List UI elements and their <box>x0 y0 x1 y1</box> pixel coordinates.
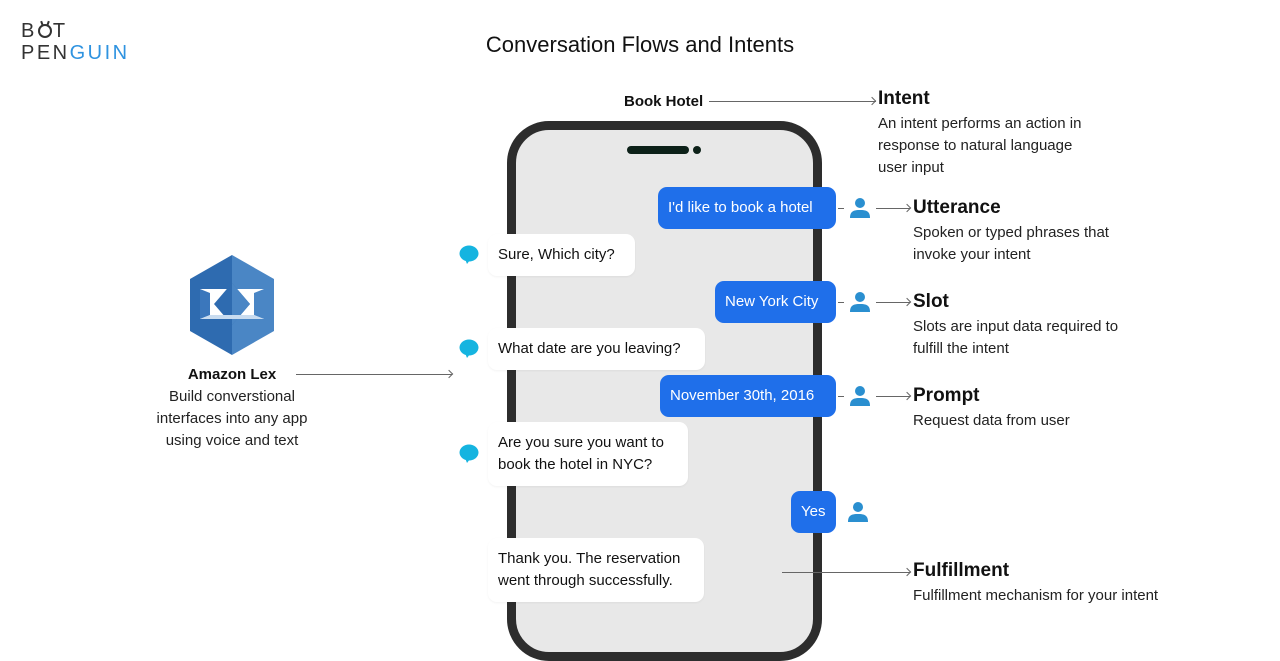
user-message-bubble: New York City <box>715 281 836 323</box>
user-icon <box>850 292 870 312</box>
prompt-title: Prompt <box>913 385 980 406</box>
slot-title: Slot <box>913 291 949 312</box>
intent-connector <box>709 101 876 102</box>
page-title: Conversation Flows and Intents <box>485 32 795 57</box>
phone-header-label: Book Hotel <box>624 93 704 110</box>
user-icon <box>850 386 870 406</box>
arrow-head-icon <box>902 297 912 307</box>
user-message-bubble: November 30th, 2016 <box>660 375 836 417</box>
phone-camera <box>693 146 701 154</box>
slot-desc: Slots are input data required to fulfill… <box>913 318 1119 357</box>
amazon-lex-icon <box>190 255 274 355</box>
fulfillment-connector <box>782 572 910 573</box>
connector-dash <box>838 396 844 397</box>
chat-bot-icon <box>459 339 479 358</box>
user-message-bubble: I'd like to book a hotel <box>658 187 836 229</box>
amazon-lex-title: Amazon Lex <box>187 366 277 383</box>
connector-dash <box>838 302 844 303</box>
utterance-desc: Spoken or typed phrases that invoke your… <box>913 224 1109 263</box>
bot-message-bubble: Are you sure you want to book the hotel … <box>488 422 688 486</box>
fulfillment-title: Fulfillment <box>913 560 1010 581</box>
bot-message-bubble: Sure, Which city? <box>488 234 635 276</box>
utterance-title: Utterance <box>913 197 1001 218</box>
arrow-head-icon <box>902 391 912 401</box>
phone-speaker <box>627 146 689 154</box>
intent-desc: An intent performs an action in response… <box>878 115 1082 176</box>
intent-title: Intent <box>878 88 930 109</box>
lex-connector <box>296 374 452 375</box>
fulfillment-desc: Fulfillment mechanism for your intent <box>913 587 1159 604</box>
arrow-head-icon <box>902 567 912 577</box>
user-icon <box>848 502 868 522</box>
bot-message-bubble: What date are you leaving? <box>488 328 705 370</box>
arrow-head-icon <box>444 369 454 379</box>
arrow-head-icon <box>902 203 912 213</box>
user-message-bubble: Yes <box>791 491 836 533</box>
amazon-lex-desc: Build converstional interfaces into any … <box>156 388 308 449</box>
prompt-desc: Request data from user <box>913 412 1070 429</box>
connector-dash <box>838 208 844 209</box>
chat-bot-icon <box>459 245 479 264</box>
chat-bot-icon <box>459 444 479 463</box>
user-icon <box>850 198 870 218</box>
arrow-head-icon <box>867 96 877 106</box>
bot-message-bubble: Thank you. The reservation went through … <box>488 538 704 602</box>
